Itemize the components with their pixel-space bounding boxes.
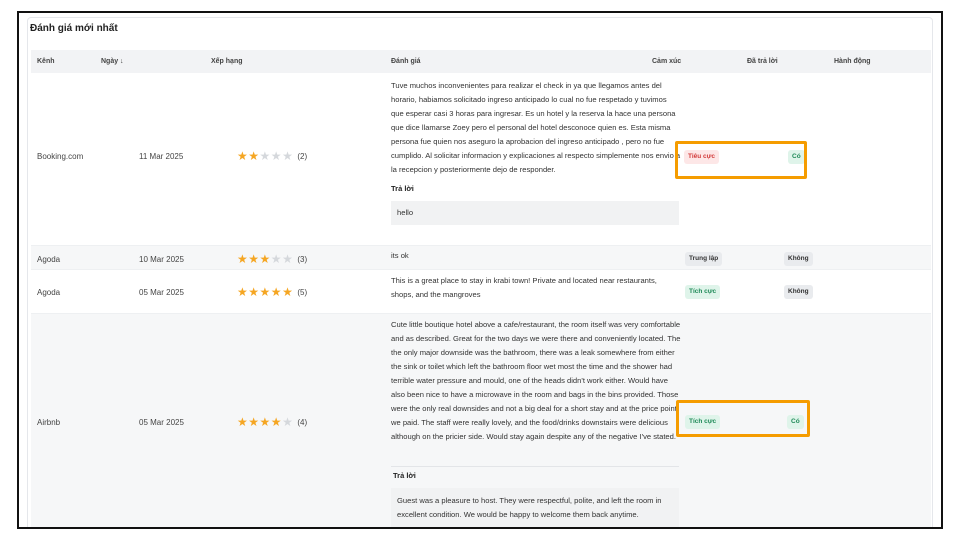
- star-icon: ★: [248, 415, 260, 429]
- star-icon: ★: [259, 285, 271, 299]
- star-icon: ★: [237, 252, 248, 266]
- column-header-channel[interactable]: Kênh: [37, 58, 55, 65]
- highlight-box: [676, 400, 810, 437]
- rating-stars: ★ ★ ★ ★ ★ (2): [237, 150, 307, 162]
- date-cell: 11 Mar 2025: [139, 152, 184, 161]
- table-row[interactable]: Agoda 05 Mar 2025 ★ ★ ★ ★ ★ (5) This is a gre…: [31, 270, 931, 314]
- rating-count: (5): [297, 287, 308, 297]
- replied-badge: Không: [784, 285, 813, 299]
- star-icon: ★: [282, 415, 293, 429]
- reply-label: Trả lời: [393, 471, 416, 480]
- rating-count: (3): [297, 254, 308, 264]
- review-text: Cute little boutique hotel above a cafe/…: [391, 320, 681, 441]
- date-cell: 10 Mar 2025: [139, 255, 184, 264]
- review-text: Tuve muchos inconvenientes para realizar…: [391, 81, 681, 174]
- star-icon: ★: [248, 285, 260, 299]
- column-header-rating[interactable]: Xếp hạng: [211, 58, 243, 65]
- column-header-sentiment[interactable]: Cảm xúc: [652, 58, 681, 65]
- highlight-box: [675, 141, 807, 179]
- star-icon: ★: [270, 285, 282, 299]
- column-header-date[interactable]: Ngày ↓: [101, 58, 124, 65]
- channel-cell: Agoda: [37, 288, 61, 297]
- column-header-actions[interactable]: Hành động: [834, 58, 871, 65]
- star-icon: ★: [270, 252, 282, 266]
- column-header-review[interactable]: Đánh giá: [391, 58, 421, 65]
- channel-cell: Airbnb: [37, 418, 61, 427]
- star-icon: ★: [259, 252, 271, 266]
- table-row[interactable]: Agoda 10 Mar 2025 ★ ★ ★ ★ ★ (3) its ok Trung …: [31, 246, 931, 270]
- star-icon: ★: [248, 252, 260, 266]
- rating-stars: ★ ★ ★ ★ ★ (3): [237, 253, 307, 265]
- replied-badge: Không: [784, 252, 813, 266]
- reply-block: Trả lời Guest was a pleasure to host. Th…: [391, 462, 679, 527]
- rating-stars: ★ ★ ★ ★ ★ (4): [237, 416, 307, 428]
- reply-label: Trả lời: [391, 184, 414, 193]
- date-cell: 05 Mar 2025: [139, 288, 184, 297]
- star-icon: ★: [270, 149, 282, 163]
- star-icon: ★: [259, 415, 271, 429]
- reply-block: Trả lời hello: [391, 184, 679, 225]
- rating-count: (4): [297, 417, 308, 427]
- column-header-replied[interactable]: Đã trả lời: [747, 58, 778, 65]
- star-icon: ★: [282, 149, 293, 163]
- reply-divider: [391, 466, 679, 467]
- table-header: Kênh Ngày ↓ Xếp hạng Đánh giá Cảm xúc Đã…: [31, 50, 931, 73]
- star-icon: ★: [237, 415, 248, 429]
- reply-text: hello: [391, 201, 679, 225]
- sentiment-badge: Tích cực: [685, 285, 721, 299]
- star-icon: ★: [237, 285, 248, 299]
- rating-count: (2): [297, 151, 308, 161]
- date-cell: 05 Mar 2025: [139, 418, 184, 427]
- review-text: its ok: [391, 251, 409, 260]
- star-icon: ★: [282, 285, 293, 299]
- reply-text: Guest was a pleasure to host. They were …: [391, 488, 679, 527]
- sentiment-badge: Trung lập: [685, 252, 723, 266]
- star-icon: ★: [270, 415, 282, 429]
- star-icon: ★: [259, 149, 271, 163]
- channel-cell: Booking.com: [37, 152, 84, 161]
- screenshot-frame: Đánh giá mới nhất Kênh Ngày ↓ Xếp hạng Đ…: [17, 11, 943, 529]
- star-icon: ★: [248, 149, 260, 163]
- star-icon: ★: [237, 149, 248, 163]
- review-text: This is a great place to stay in krabi t…: [391, 276, 657, 299]
- rating-stars: ★ ★ ★ ★ ★ (5): [237, 286, 307, 298]
- channel-cell: Agoda: [37, 255, 61, 264]
- latest-reviews-card: Đánh giá mới nhất Kênh Ngày ↓ Xếp hạng Đ…: [27, 17, 933, 527]
- section-title: Đánh giá mới nhất: [30, 23, 118, 34]
- star-icon: ★: [282, 252, 293, 266]
